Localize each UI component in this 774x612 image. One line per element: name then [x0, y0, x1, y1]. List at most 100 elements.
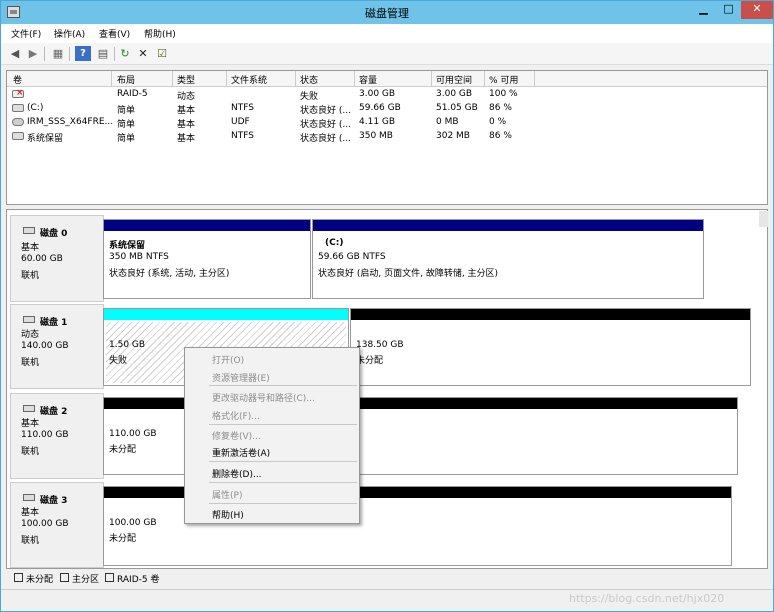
- properties-icon[interactable]: ▦: [50, 46, 66, 61]
- partition-c[interactable]: (C:) 59.66 GB NTFS 状态良好 (启动, 页面文件, 故障转储,…: [312, 219, 704, 299]
- volume-capacity: 350 MB: [359, 131, 393, 141]
- volume-row-system-reserved[interactable]: 系统保留 简单 基本 NTFS 状态良好 (... 350 MB 302 MB …: [7, 130, 767, 144]
- disk-state: 联机: [21, 536, 40, 546]
- disk-3-label[interactable]: 磁盘 3 基本 100.00 GB 联机: [10, 482, 104, 568]
- col-header-type[interactable]: 类型: [177, 73, 195, 86]
- minimize-button[interactable]: ▁: [691, 1, 716, 19]
- disk-graphical-view[interactable]: 磁盘 0 基本 60.00 GB 联机 系统保留 350 MB NTFS 状态良…: [6, 209, 768, 569]
- volume-row-dvd[interactable]: IRM_SSS_X64FRE... 简单 基本 UDF 状态良好 (... 4.…: [7, 116, 767, 130]
- legend-swatch-primary: [60, 573, 69, 582]
- disk-icon: [23, 316, 35, 323]
- volume-layout: 简单: [117, 106, 136, 116]
- col-header-layout[interactable]: 布局: [117, 73, 135, 86]
- close-button[interactable]: ✕: [741, 1, 773, 19]
- scrollbar-up-button[interactable]: [759, 211, 768, 227]
- maximize-button[interactable]: □: [716, 1, 741, 19]
- disk-0-label[interactable]: 磁盘 0 基本 60.00 GB 联机: [10, 215, 104, 302]
- view-icon[interactable]: ▤: [95, 46, 111, 61]
- menu-action[interactable]: 操作(A): [54, 27, 85, 40]
- help-icon[interactable]: ?: [75, 46, 91, 61]
- disk-1-label[interactable]: 磁盘 1 动态 140.00 GB 联机: [10, 304, 104, 389]
- column-divider[interactable]: [484, 71, 485, 87]
- volume-type: 基本: [177, 134, 196, 144]
- partition-status: 状态良好 (系统, 活动, 主分区): [109, 269, 230, 279]
- volume-row-c[interactable]: (C:) 简单 基本 NTFS 状态良好 (... 59.66 GB 51.05…: [7, 102, 767, 116]
- toolbar-separator: [114, 47, 115, 61]
- drive-icon: [12, 104, 24, 112]
- primary-partition-bar: [104, 220, 310, 231]
- volume-layout: 简单: [117, 120, 136, 130]
- disk-icon: [23, 227, 35, 234]
- menu-file[interactable]: 文件(F): [11, 27, 41, 40]
- column-divider[interactable]: [431, 71, 432, 87]
- menu-item-explorer[interactable]: 资源管理器(E): [212, 371, 270, 384]
- menu-item-open[interactable]: 打开(O): [212, 353, 244, 366]
- column-divider[interactable]: [534, 71, 535, 87]
- menu-separator: [209, 503, 357, 504]
- column-divider[interactable]: [354, 71, 355, 87]
- col-header-free-space[interactable]: 可用空间: [436, 73, 472, 86]
- menu-item-delete-volume[interactable]: 删除卷(D)...: [212, 467, 262, 480]
- column-divider[interactable]: [111, 71, 112, 87]
- col-header-percent-free[interactable]: % 可用: [489, 73, 518, 86]
- partition-system-reserved[interactable]: 系统保留 350 MB NTFS 状态良好 (系统, 活动, 主分区): [103, 219, 311, 299]
- menu-separator: [209, 385, 357, 386]
- title-bar[interactable]: 磁盘管理 ▁ □ ✕: [1, 1, 773, 24]
- disk-state: 联机: [21, 271, 40, 281]
- disk-icon: [23, 494, 35, 501]
- column-divider[interactable]: [295, 71, 296, 87]
- menu-help[interactable]: 帮助(H): [144, 27, 176, 40]
- menu-item-properties[interactable]: 属性(P): [212, 488, 242, 501]
- dvd-drive-icon: [12, 118, 24, 126]
- partition-size: 100.00 GB: [109, 518, 157, 528]
- legend-label: RAID-5 卷: [117, 575, 160, 585]
- refresh-icon[interactable]: ↻: [117, 46, 133, 61]
- volume-status: 状态良好 (...: [300, 134, 351, 144]
- legend: 未分配 主分区 RAID-5 卷: [6, 569, 768, 585]
- volume-filesystem: NTFS: [231, 103, 254, 113]
- check-icon[interactable]: ☑: [154, 46, 170, 61]
- volume-name: IRM_SSS_X64FRE...: [27, 117, 113, 127]
- menu-item-help[interactable]: 帮助(H): [212, 508, 244, 521]
- disk-name: 磁盘 2: [40, 407, 68, 417]
- volume-status: 状态良好 (...: [300, 120, 351, 130]
- col-header-capacity[interactable]: 容量: [359, 73, 377, 86]
- back-arrow-icon[interactable]: ◀: [7, 46, 23, 61]
- primary-partition-bar: [313, 220, 703, 231]
- disk-type: 动态: [21, 330, 40, 340]
- col-header-status[interactable]: 状态: [300, 73, 318, 86]
- menu-item-change-drive-letter[interactable]: 更改驱动器号和路径(C)...: [212, 391, 315, 404]
- col-header-volume[interactable]: 卷: [13, 73, 22, 86]
- volume-layout: 简单: [117, 134, 136, 144]
- volume-list[interactable]: 卷 布局 类型 文件系统 状态 容量 可用空间 % 可用 RAID-5 动态 失…: [6, 70, 768, 205]
- disk-name: 磁盘 3: [40, 496, 68, 506]
- volume-free-space: 302 MB: [436, 131, 470, 141]
- col-header-filesystem[interactable]: 文件系统: [231, 73, 267, 86]
- volume-filesystem: UDF: [231, 117, 250, 127]
- disk-state: 联机: [21, 358, 40, 368]
- volume-row-raid5[interactable]: RAID-5 动态 失败 3.00 GB 3.00 GB 100 %: [7, 88, 767, 102]
- forward-arrow-icon[interactable]: ▶: [25, 46, 41, 61]
- menu-item-format[interactable]: 格式化(F)...: [212, 409, 260, 422]
- disk-type: 基本: [21, 243, 40, 253]
- partition-title: 系统保留: [109, 241, 146, 251]
- partition-status: 未分配: [109, 534, 137, 544]
- volume-layout: RAID-5: [117, 89, 148, 99]
- partition-disk1-unallocated[interactable]: 138.50 GB 未分配: [350, 308, 751, 386]
- partition-status: 未分配: [109, 445, 137, 455]
- column-divider[interactable]: [172, 71, 173, 87]
- unallocated-bar: [351, 309, 750, 320]
- partition-size: 110.00 GB: [109, 429, 157, 439]
- volume-capacity: 4.11 GB: [359, 117, 396, 127]
- drive-icon: [12, 132, 24, 140]
- volume-free-space: 51.05 GB: [436, 103, 478, 113]
- menu-item-repair-volume[interactable]: 修复卷(V)...: [212, 429, 261, 442]
- menu-view[interactable]: 查看(V): [99, 27, 130, 40]
- partition-status: 状态良好 (启动, 页面文件, 故障转储, 主分区): [318, 269, 499, 279]
- disk-size: 110.00 GB: [21, 430, 69, 440]
- menu-item-reactivate-volume[interactable]: 重新激活卷(A): [212, 446, 270, 459]
- column-divider[interactable]: [226, 71, 227, 87]
- disk-2-label[interactable]: 磁盘 2 基本 110.00 GB 联机: [10, 393, 104, 479]
- delete-icon[interactable]: ✕: [135, 46, 151, 61]
- toolbar-separator: [44, 47, 45, 61]
